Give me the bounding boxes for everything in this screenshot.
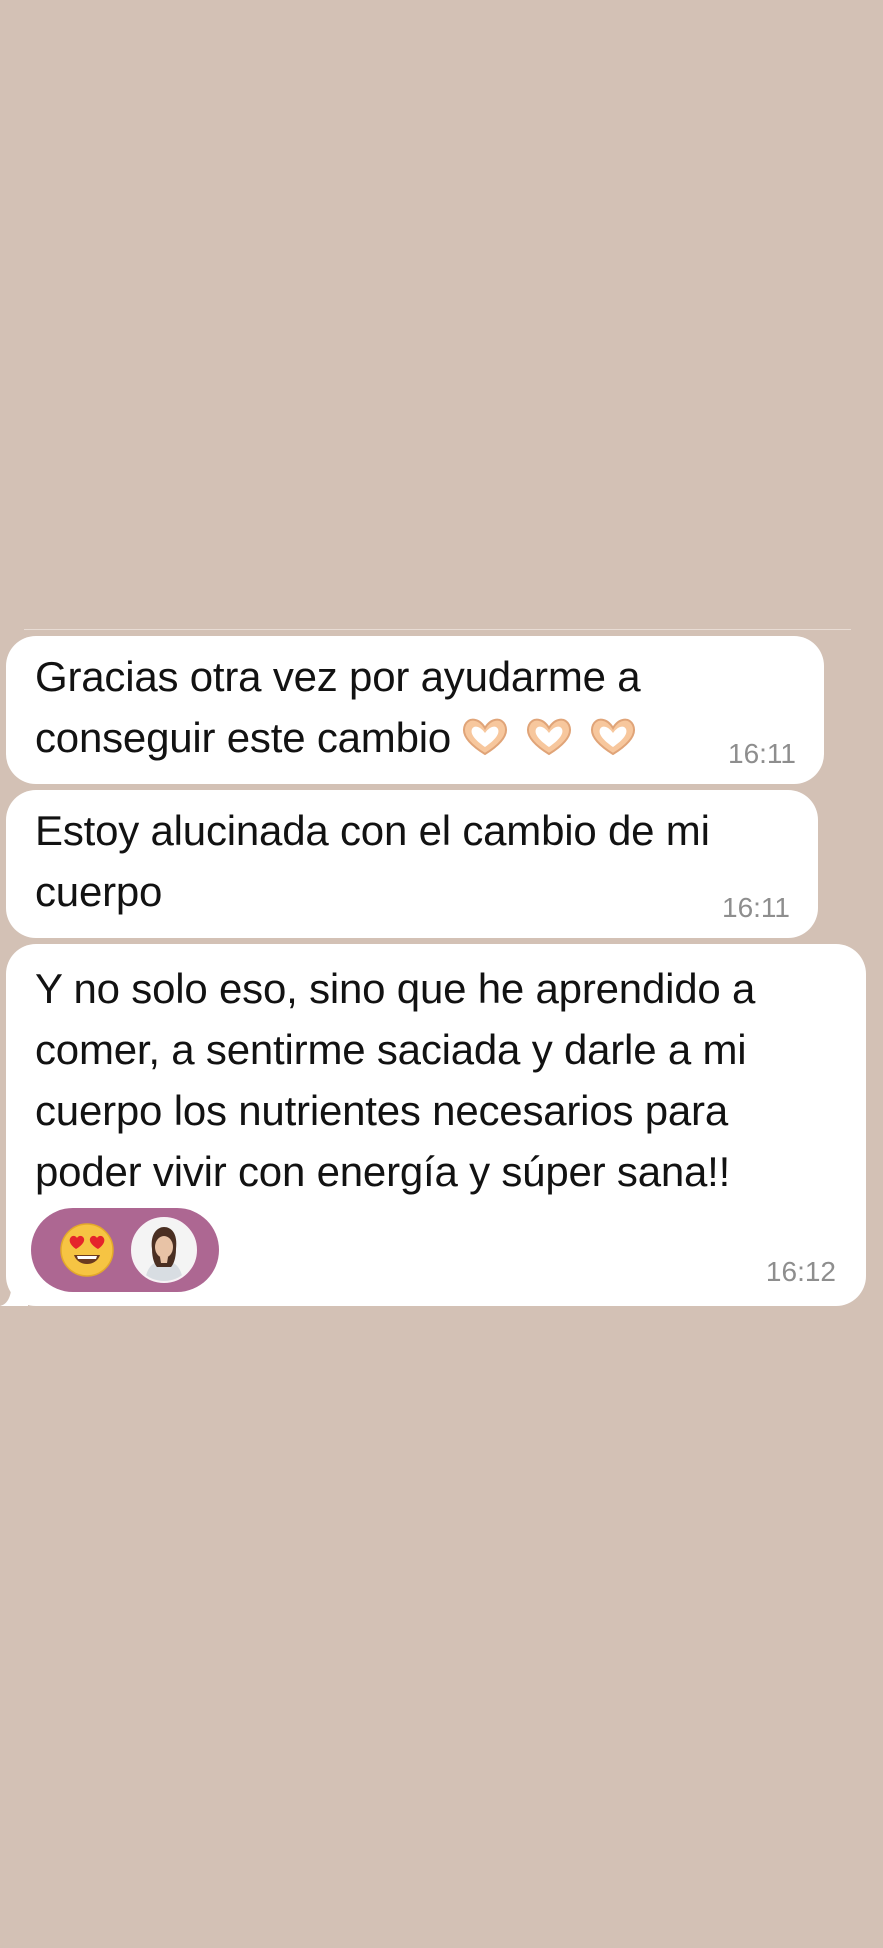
heart-hands-icon [459,713,511,774]
message-timestamp: 16:12 [765,1256,836,1287]
message-line: cuerpo los nutrientes necesarios para [35,1087,729,1134]
message-line: Gracias otra vez por ayudarme a [35,653,641,700]
message-line: comer, a sentirme saciada y darle a mi [35,1026,747,1073]
message-timestamp: 16:11 [722,892,790,923]
message-line: Estoy alucinada con el cambio de mi [35,807,710,854]
message-bubble[interactable]: Y no solo eso, sino que he aprendido a c… [0,944,866,1306]
message-bubble[interactable]: Gracias otra vez por ayudarme a consegui… [6,636,824,784]
message-line: Y no solo eso, sino que he aprendido a [35,965,756,1012]
date-divider [24,629,851,630]
heart-eyes-icon [59,1222,115,1278]
message-bubble[interactable]: Estoy alucinada con el cambio de mi cuer… [6,790,818,938]
message-timestamp: 16:11 [728,738,796,769]
bubble-tail [0,1278,28,1306]
heart-hands-icon [587,713,639,774]
message-text: Estoy alucinada con el cambio de mi cuer… [35,800,710,922]
message-line: poder vivir con energía y súper sana!! [35,1148,731,1195]
message-line-with-emoji: conseguir este cambio [35,707,651,774]
heart-hands-emoji-group [459,713,651,774]
message-line: cuerpo [35,868,163,915]
message-text: Y no solo eso, sino que he aprendido a c… [35,958,755,1202]
message-text: Gracias otra vez por ayudarme a consegui… [35,646,651,774]
reaction-pill[interactable] [31,1208,219,1292]
avatar [131,1217,197,1283]
message-line: conseguir este cambio [35,714,452,761]
heart-hands-icon [523,713,575,774]
